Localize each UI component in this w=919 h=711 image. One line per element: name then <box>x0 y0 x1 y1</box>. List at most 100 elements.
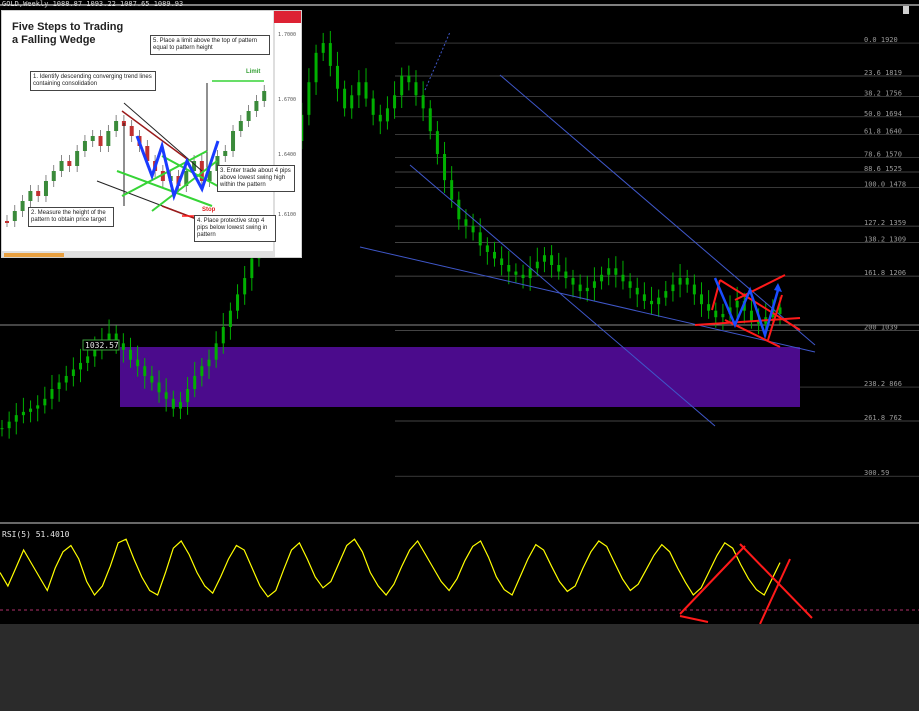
step-3-note: 3. Enter trade about 4 pips above lowest… <box>217 165 295 192</box>
candle-body <box>79 362 83 370</box>
tutorial-candle-body <box>254 101 259 111</box>
candle-body <box>407 75 411 83</box>
fib-label-4: 61.8 1640 <box>864 127 902 135</box>
candle-body <box>321 43 325 53</box>
candle-body <box>514 271 518 275</box>
rsi-indicator-panel[interactable] <box>0 524 919 625</box>
fib-label-14: 300.59 <box>864 469 889 477</box>
limit-label: Limit <box>246 69 261 75</box>
candle-body <box>214 343 218 360</box>
candle-body <box>43 398 47 406</box>
empty-footer-area <box>0 624 919 711</box>
app: 0.0 1920 23.6 1819 38.2 1756 50.0 1694 61.8 … <box>0 0 919 711</box>
tutorial-candle-body <box>43 181 48 196</box>
demand-zone <box>120 347 800 407</box>
candle-body <box>314 52 318 83</box>
tutorial-candle-body <box>5 221 9 223</box>
candle-body <box>378 114 382 122</box>
candle-body <box>578 284 582 292</box>
candle-body <box>21 411 25 416</box>
candle-body <box>435 131 439 155</box>
step-4-note: 4. Place protective stop 4 pips below lo… <box>194 215 276 242</box>
step-1-note: 1. Identify descending converging trend … <box>30 71 156 91</box>
candle-body <box>507 265 511 272</box>
candle-body <box>186 389 190 403</box>
inset-bottom-accent <box>4 253 64 257</box>
candle-body <box>492 251 496 259</box>
candle-body <box>414 82 418 96</box>
fib-label-8: 127.2 1359 <box>864 219 906 227</box>
tutorial-candle-body <box>75 151 80 166</box>
candle-body <box>592 281 596 288</box>
main-price-chart[interactable]: 0.0 1920 23.6 1819 38.2 1756 50.0 1694 61.8 … <box>0 0 919 524</box>
candle-body <box>500 258 504 265</box>
tutorial-candle-body <box>231 131 236 151</box>
tutorial-candle-body <box>20 201 25 211</box>
candle-body <box>136 359 140 367</box>
candle-body <box>628 281 632 288</box>
tutorial-candle-body <box>238 121 243 131</box>
candle-body <box>478 232 482 246</box>
candle-body <box>557 265 561 272</box>
candle-body <box>221 327 225 344</box>
fib-label-9: 138.2 1309 <box>864 235 906 243</box>
price-marker-label: 1032.57 <box>85 341 119 350</box>
candle-body <box>164 392 168 399</box>
candle-body <box>607 268 611 275</box>
rsi-label: RSI(5) 51.4010 <box>2 530 70 539</box>
candle-body <box>335 65 339 89</box>
candle-body <box>564 271 568 279</box>
inset-price-1: 1.6700 <box>278 97 296 103</box>
tutorial-candle-body <box>82 141 87 151</box>
candle-body <box>121 343 125 350</box>
tutorial-candle-body <box>106 131 111 146</box>
candle-body <box>14 415 18 422</box>
candle-body <box>571 278 575 285</box>
inset-price-3: 1.6100 <box>278 212 296 218</box>
candle-body <box>200 366 204 376</box>
candle-body <box>393 95 397 109</box>
candle-body <box>428 108 432 132</box>
fibonacci-levels: 0.0 1920 23.6 1819 38.2 1756 50.0 1694 61.8 … <box>395 36 919 477</box>
tutorial-candle-body <box>36 191 41 196</box>
candle-body <box>193 375 197 390</box>
candle-body <box>0 428 4 430</box>
candle-body <box>600 274 604 282</box>
candle-body <box>464 219 468 226</box>
fib-label-11: 200 1039 <box>864 324 898 332</box>
fib-label-0: 0.0 1920 <box>864 36 898 44</box>
candle-body <box>735 300 739 308</box>
tutorial-candle-body <box>262 91 267 101</box>
candle-body <box>528 268 532 279</box>
candle-body <box>585 287 589 292</box>
candle-body <box>699 294 703 305</box>
tutorial-candle-body <box>28 191 33 201</box>
chart-header: GOLD,Weekly 1088.87 1093.22 1087.65 1089… <box>2 0 183 8</box>
step-2-note: 2. Measure the height of the pattern to … <box>28 207 114 227</box>
candle-body <box>143 366 147 376</box>
candle-body <box>400 75 404 96</box>
candle-body <box>692 284 696 295</box>
candle-body <box>64 375 68 383</box>
fib-label-2: 38.2 1756 <box>864 90 902 98</box>
candle-body <box>635 287 639 295</box>
candle-body <box>707 304 711 311</box>
rsi-canvas[interactable] <box>0 524 919 625</box>
candle-body <box>250 258 254 279</box>
candle-body <box>642 294 646 301</box>
falling-wedge-tutorial-inset: Five Steps to Trading a Falling Wedge 1.… <box>1 10 302 258</box>
candle-body <box>778 307 782 314</box>
candle-body <box>178 402 182 409</box>
tutorial-candle-body <box>90 136 95 141</box>
tutorial-candle-body <box>114 121 119 131</box>
candle-body <box>671 284 675 292</box>
candle-body <box>471 225 475 233</box>
tutorial-candle-body <box>12 211 17 221</box>
symbol-label: GOLD,Weekly <box>2 0 49 8</box>
candle-body <box>228 310 232 328</box>
candle-body <box>107 333 111 341</box>
candle-body <box>521 274 525 279</box>
candle-body <box>57 382 61 390</box>
candle-body <box>7 421 11 429</box>
candle-body <box>243 278 247 295</box>
